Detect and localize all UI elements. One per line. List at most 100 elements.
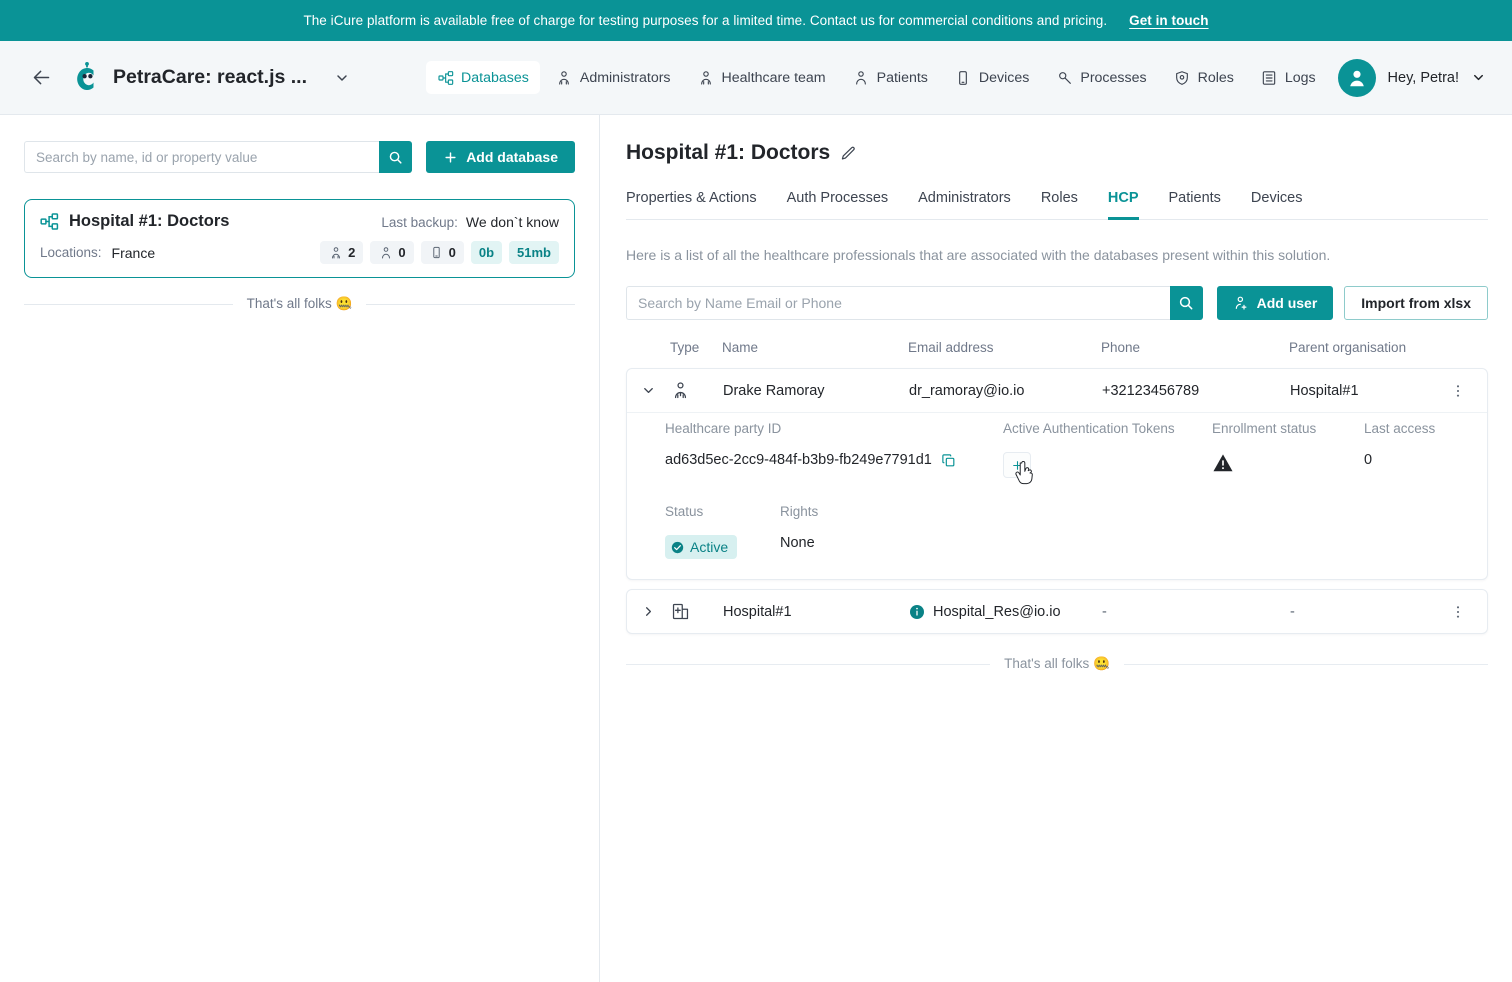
check-circle-icon [671, 541, 684, 553]
hcp-search-input[interactable] [626, 286, 1170, 320]
row-phone: +32123456789 [1102, 382, 1200, 399]
add-user-label: Add user [1256, 295, 1318, 311]
device-icon [429, 245, 444, 260]
table-row-summary[interactable]: Drake Ramoray dr_ramoray@io.io +32123456… [627, 369, 1487, 412]
plus-icon [445, 151, 456, 163]
nav-item-patients[interactable]: Patients [842, 61, 939, 94]
stat-devices-count: 0 [420, 241, 464, 264]
user-menu[interactable]: Hey, Petra! [1337, 58, 1486, 97]
nav-item-databases[interactable]: Databases [426, 61, 540, 94]
stat-value: 0 [398, 245, 406, 260]
row-kebab-menu-icon[interactable] [1447, 604, 1469, 620]
last-backup-label: Last backup: [381, 214, 458, 230]
stat-storage-b: 51mb [509, 241, 559, 264]
arrow-left-icon [33, 70, 49, 85]
brand[interactable]: PetraCare: react.js ... [72, 61, 350, 94]
hcp-group-icon [328, 245, 343, 260]
add-user-icon [1235, 296, 1247, 310]
nav-item-processes[interactable]: Processes [1045, 61, 1157, 94]
tab-patients[interactable]: Patients [1169, 190, 1221, 220]
nav-label: Logs [1284, 69, 1316, 86]
info-icon [910, 604, 924, 619]
edit-pencil-icon[interactable] [840, 145, 857, 162]
get-in-touch-link[interactable]: Get in touch [1129, 13, 1208, 28]
nav-item-administrators[interactable]: Administrators [545, 61, 682, 94]
nav-item-healthcare-team[interactable]: Healthcare team [687, 61, 837, 94]
stat-storage-a: 0b [470, 241, 503, 264]
active-auth-tokens-label: Active Authentication Tokens [1003, 421, 1175, 436]
copy-icon[interactable] [941, 453, 956, 468]
locations-value: France [111, 244, 156, 261]
tab-administrators[interactable]: Administrators [918, 190, 1011, 220]
expand-chevron-right-icon[interactable] [641, 604, 671, 619]
nav-item-roles[interactable]: Roles [1163, 61, 1245, 94]
last-access-cell: Last access 0 [1364, 421, 1469, 468]
table-row: Hospital#1 Hospital_Res@io.io - - [626, 589, 1488, 634]
row-name: Drake Ramoray [723, 382, 825, 399]
add-database-label: Add database [466, 149, 558, 165]
collapse-chevron-down-icon[interactable] [641, 383, 671, 398]
import-xlsx-button[interactable]: Import from xlsx [1344, 286, 1488, 320]
tab-label: Properties & Actions [626, 190, 757, 206]
user-chevron-down-icon[interactable] [1471, 70, 1486, 85]
tab-devices[interactable]: Devices [1251, 190, 1303, 220]
databases-icon [437, 69, 454, 86]
nav-label: Patients [876, 69, 928, 86]
tab-label: Roles [1040, 190, 1078, 206]
hcp-end-of-list-label: That's all folks 🤐 [1004, 656, 1110, 671]
rights-cell: Rights None [780, 504, 1469, 551]
promo-text: The iCure platform is available free of … [303, 13, 1108, 28]
administrators-icon [556, 69, 573, 86]
avatar [1337, 58, 1376, 97]
last-access-value: 0 [1364, 452, 1373, 468]
add-database-button[interactable]: Add database [426, 141, 575, 173]
database-search [24, 141, 413, 173]
user-greeting: Hey, Petra! [1387, 69, 1459, 86]
tab-label: HCP [1107, 190, 1139, 206]
hospital-icon [671, 602, 723, 621]
nav-item-logs[interactable]: Logs [1250, 61, 1327, 94]
database-name: Hospital #1: Doctors [69, 212, 230, 230]
warning-triangle-icon [1213, 454, 1233, 472]
stat-value: 0b [478, 245, 495, 260]
last-access-label: Last access [1364, 421, 1436, 436]
user-icon [1349, 70, 1364, 86]
add-user-button[interactable]: Add user [1216, 286, 1334, 320]
row-kebab-menu-icon[interactable] [1447, 383, 1469, 399]
app-root: The iCure platform is available free of … [0, 0, 1512, 982]
stat-value: 0 [448, 245, 456, 260]
hcp-search-button[interactable] [1169, 286, 1203, 320]
databases-panel: Add database Hospital #1: Doctors Last b… [0, 115, 600, 982]
patients-group-icon [378, 245, 393, 260]
tab-roles[interactable]: Roles [1041, 190, 1078, 220]
sidebar-end-of-list: That's all folks 🤐 [24, 296, 575, 312]
table-row-summary[interactable]: Hospital#1 Hospital_Res@io.io - - [627, 590, 1487, 633]
nav-label: Administrators [579, 69, 671, 86]
status-value: Active [690, 539, 729, 555]
tab-hcp[interactable]: HCP [1107, 190, 1139, 220]
search-icon [1179, 296, 1193, 310]
tab-auth-processes[interactable]: Auth Processes [787, 190, 889, 220]
database-search-button[interactable] [379, 141, 413, 173]
enrollment-status-label: Enrollment status [1212, 421, 1317, 436]
enrollment-status-cell: Enrollment status [1212, 421, 1364, 478]
database-search-input[interactable] [24, 141, 380, 173]
back-button[interactable] [28, 65, 54, 91]
active-auth-tokens-cell: Active Authentication Tokens [1003, 421, 1212, 485]
hcp-table: Type Name Email address Phone Parent org… [626, 340, 1488, 672]
table-header: Type Name Email address Phone Parent org… [626, 340, 1488, 368]
app-header: PetraCare: react.js ... Databases Admini… [0, 41, 1512, 115]
detail-tabs: Properties & Actions Auth Processes Admi… [626, 190, 1488, 220]
patients-icon [853, 69, 870, 86]
last-backup: Last backup: We don`t know [381, 214, 559, 230]
row-email-cell: Hospital_Res@io.io [909, 604, 1102, 620]
brand-chevron-down-icon[interactable] [334, 70, 350, 86]
database-card[interactable]: Hospital #1: Doctors Last backup: We don… [24, 199, 575, 278]
add-auth-token-button[interactable] [1003, 452, 1033, 485]
nav-item-devices[interactable]: Devices [944, 61, 1040, 94]
tab-label: Devices [1250, 190, 1303, 206]
tab-label: Auth Processes [786, 190, 889, 206]
database-card-header: Hospital #1: Doctors Last backup: We don… [40, 212, 559, 231]
tab-properties-actions[interactable]: Properties & Actions [626, 190, 757, 220]
healthcare-team-icon [698, 69, 715, 86]
